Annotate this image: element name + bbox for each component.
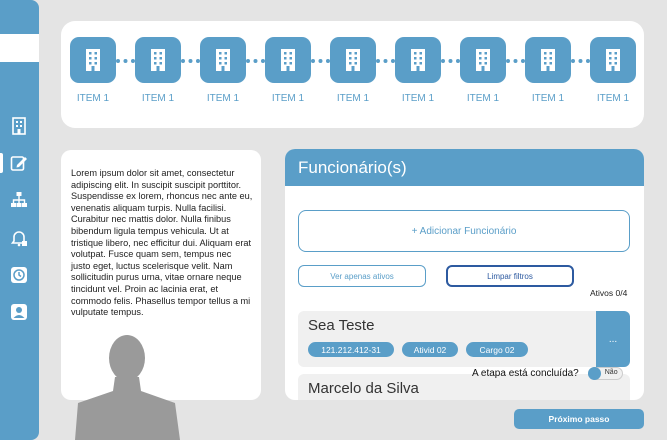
employee-name: Sea Teste xyxy=(308,317,375,334)
step-item[interactable]: ITEM 1 xyxy=(394,37,442,104)
edit-icon[interactable] xyxy=(10,154,28,172)
step-label: ITEM 1 xyxy=(76,93,110,104)
next-step-button[interactable]: Próximo passo xyxy=(514,409,644,429)
role-tag: Cargo 02 xyxy=(466,342,528,357)
step-done-toggle[interactable]: Não xyxy=(587,367,623,380)
org-chart-icon[interactable] xyxy=(10,191,28,209)
step-label: ITEM 1 xyxy=(466,93,500,104)
building-icon xyxy=(200,37,246,83)
employees-title: Funcionário(s) xyxy=(285,149,644,186)
stepper-card: ITEM 1 ITEM 1 ITEM 1 ITEM 1 ITEM 1 ITEM 1 ITEM… xyxy=(61,21,644,128)
step-item[interactable]: ITEM 1 xyxy=(589,37,637,104)
building-icon xyxy=(330,37,376,83)
building-icon xyxy=(590,37,636,83)
info-text: Lorem ipsum dolor sit amet, consectetur … xyxy=(71,168,253,318)
building-icon xyxy=(525,37,571,83)
step-label: ITEM 1 xyxy=(401,93,435,104)
clear-filters-button[interactable]: Limpar filtros xyxy=(446,265,574,287)
cpf-tag: 121.212.412-31 xyxy=(308,342,394,357)
active-nav-indicator xyxy=(0,153,3,173)
step-item[interactable]: ITEM 1 xyxy=(134,37,182,104)
step-label: ITEM 1 xyxy=(271,93,305,104)
building-icon xyxy=(460,37,506,83)
filter-active-button[interactable]: Ver apenas ativos xyxy=(298,265,426,287)
active-count: Ativos 0/4 xyxy=(590,288,628,298)
step-connector xyxy=(376,59,395,63)
activity-tag: Ativid 02 xyxy=(402,342,458,357)
step-item[interactable]: ITEM 1 xyxy=(264,37,312,104)
toggle-label: Não xyxy=(604,369,618,376)
building-icon xyxy=(265,37,311,83)
step-item[interactable]: ITEM 1 xyxy=(69,37,117,104)
step-label: ITEM 1 xyxy=(141,93,175,104)
step-label: ITEM 1 xyxy=(531,93,565,104)
step-connector xyxy=(116,59,135,63)
step-connector xyxy=(311,59,330,63)
sidebar xyxy=(0,0,39,440)
building-icon xyxy=(70,37,116,83)
step-label: ITEM 1 xyxy=(206,93,240,104)
toggle-knob xyxy=(587,367,601,380)
step-connector xyxy=(246,59,265,63)
add-employee-button[interactable]: + Adicionar Funcionário xyxy=(298,210,630,252)
step-connector xyxy=(181,59,200,63)
sidebar-header-block xyxy=(0,34,39,62)
building-icon xyxy=(135,37,181,83)
step-item[interactable]: ITEM 1 xyxy=(524,37,572,104)
step-label: ITEM 1 xyxy=(596,93,630,104)
step-done-control: A etapa está concluída? Não xyxy=(472,367,623,380)
step-connector xyxy=(441,59,460,63)
notification-bell-icon[interactable] xyxy=(10,229,28,247)
user-icon[interactable] xyxy=(10,303,28,321)
step-connector xyxy=(506,59,525,63)
more-options-button[interactable]: ... xyxy=(596,311,630,367)
employee-row[interactable]: Sea Teste 121.212.412-31 Ativid 02 Cargo… xyxy=(298,311,630,367)
step-label: ITEM 1 xyxy=(336,93,370,104)
step-item[interactable]: ITEM 1 xyxy=(329,37,377,104)
step-item[interactable]: ITEM 1 xyxy=(459,37,507,104)
employees-card: Funcionário(s) + Adicionar Funcionário V… xyxy=(285,149,644,400)
building-icon[interactable] xyxy=(10,117,28,135)
employee-name: Marcelo da Silva xyxy=(308,380,419,397)
avatar xyxy=(75,333,180,440)
step-done-label: A etapa está concluída? xyxy=(472,368,579,379)
step-item[interactable]: ITEM 1 xyxy=(199,37,247,104)
building-icon xyxy=(395,37,441,83)
step-connector xyxy=(571,59,590,63)
history-icon[interactable] xyxy=(10,266,28,284)
